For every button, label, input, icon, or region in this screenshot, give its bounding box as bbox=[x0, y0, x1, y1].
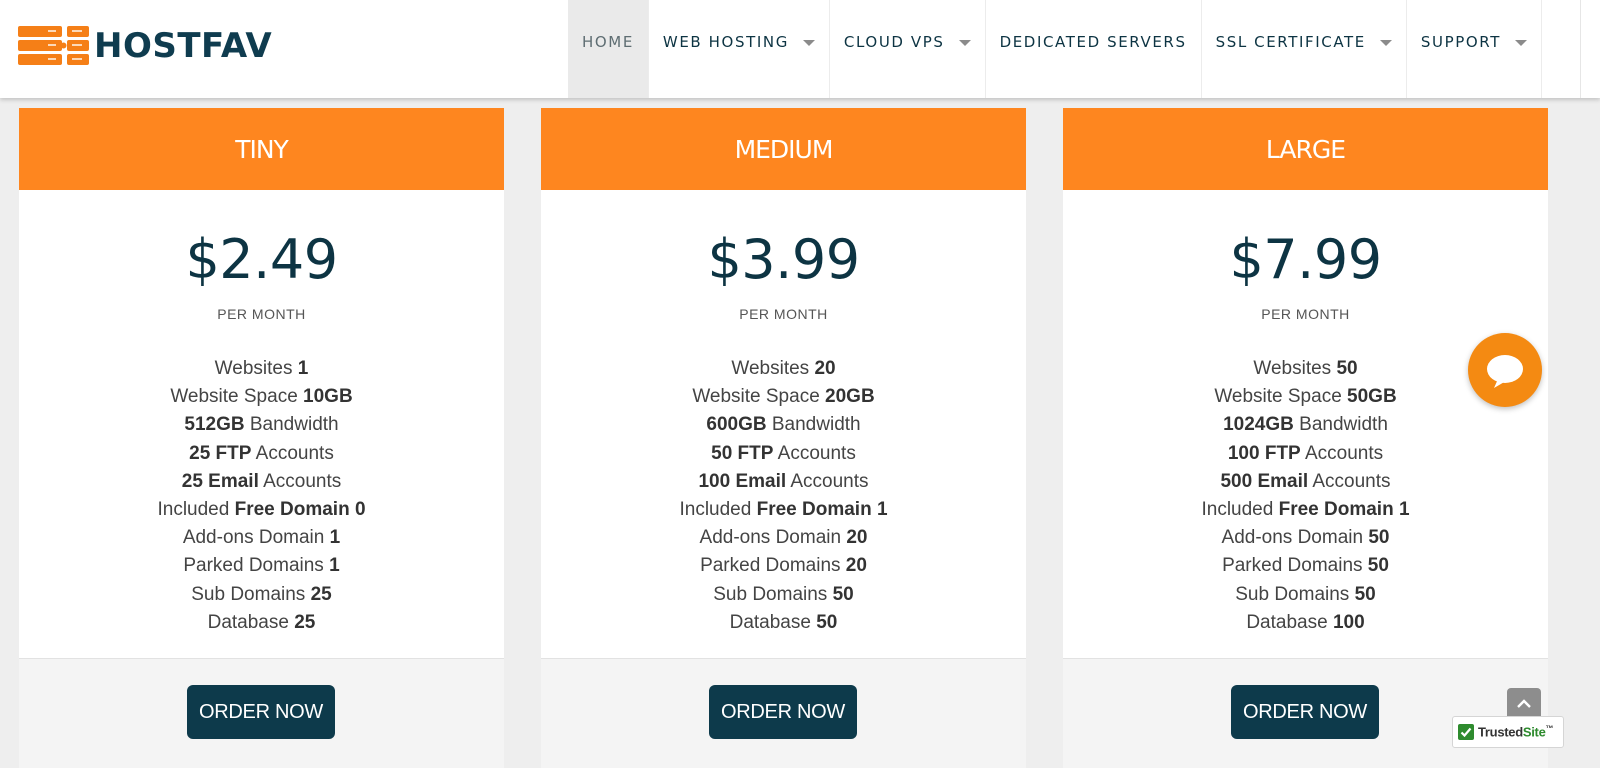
chevron-up-icon bbox=[1517, 699, 1531, 708]
plan-price: $2.49 bbox=[185, 228, 338, 291]
feature-item: Sub Domains 50 bbox=[713, 583, 854, 605]
server-stack-icon bbox=[18, 26, 89, 65]
plan-period: PER MONTH bbox=[217, 306, 306, 322]
feature-item: Add-ons Domain 1 bbox=[182, 527, 341, 549]
trusted-site-badge[interactable]: TrustedSite™ bbox=[1452, 716, 1564, 748]
order-now-button[interactable]: ORDER NOW bbox=[1231, 685, 1379, 739]
caret-down-icon bbox=[958, 40, 971, 46]
trusted-site-label: TrustedSite™ bbox=[1478, 724, 1554, 740]
nav-item-web-hosting[interactable]: WEB HOSTING bbox=[649, 0, 830, 98]
nav-item-label: HOME bbox=[582, 33, 634, 51]
feature-item: 1024GB Bandwidth bbox=[1223, 414, 1388, 436]
feature-item: 50 FTP Accounts bbox=[711, 442, 856, 464]
pricing-plans: TINY $2.49 PER MONTH Websites 1 Website … bbox=[19, 108, 1548, 768]
feature-item: Included Free Domain 0 bbox=[157, 498, 366, 520]
feature-item: 25 Email Accounts bbox=[181, 470, 342, 492]
feature-item: Websites 1 bbox=[214, 358, 309, 379]
feature-item: 512GB Bandwidth bbox=[184, 414, 339, 436]
plan-price: $3.99 bbox=[707, 228, 860, 291]
feature-item: Database 50 bbox=[729, 611, 838, 633]
plan-price: $7.99 bbox=[1229, 228, 1382, 291]
plan-title: TINY bbox=[19, 108, 504, 190]
site-header: HOSTFAV HOME WEB HOSTING CLOUD VPS DEDIC… bbox=[0, 0, 1600, 98]
nav-item-support[interactable]: SUPPORT bbox=[1407, 0, 1542, 98]
nav-item-label: SSL CERTIFICATE bbox=[1215, 33, 1366, 51]
caret-down-icon bbox=[802, 40, 815, 46]
scrollbar[interactable] bbox=[1580, 0, 1600, 98]
plan-card-medium: MEDIUM $3.99 PER MONTH Websites 20 Websi… bbox=[541, 108, 1026, 768]
feature-item: 100 Email Accounts bbox=[698, 470, 869, 492]
feature-item: Parked Domains 1 bbox=[183, 555, 340, 577]
feature-item: Database 100 bbox=[1246, 611, 1365, 633]
plan-footer: ORDER NOW bbox=[19, 658, 504, 768]
feature-item: Database 25 bbox=[207, 611, 316, 633]
feature-item: Website Space 10GB bbox=[170, 386, 353, 408]
plan-title: LARGE bbox=[1063, 108, 1548, 190]
chat-bubble-icon bbox=[1487, 355, 1523, 388]
nav-item-label: SUPPORT bbox=[1420, 33, 1501, 51]
feature-item: Add-ons Domain 50 bbox=[1221, 527, 1390, 549]
caret-down-icon bbox=[1379, 40, 1392, 46]
plan-title: MEDIUM bbox=[541, 108, 1026, 190]
nav-item-label: CLOUD VPS bbox=[843, 33, 945, 51]
nav-item-dedicated-servers[interactable]: DEDICATED SERVERS bbox=[986, 0, 1202, 98]
nav-item-cloud-vps[interactable]: CLOUD VPS bbox=[830, 0, 986, 98]
checkmark-icon bbox=[1458, 724, 1474, 740]
plan-footer: ORDER NOW bbox=[541, 658, 1026, 768]
feature-item: 500 Email Accounts bbox=[1220, 470, 1391, 492]
feature-item: Websites 20 bbox=[731, 358, 836, 379]
nav-item-label: WEB HOSTING bbox=[662, 33, 789, 51]
feature-list: Websites 1 Website Space 10GB 512GB Band… bbox=[19, 355, 504, 637]
feature-item: Add-ons Domain 20 bbox=[699, 527, 868, 549]
feature-item: 25 FTP Accounts bbox=[189, 442, 334, 464]
main-nav: HOME WEB HOSTING CLOUD VPS DEDICATED SER… bbox=[568, 0, 1542, 98]
nav-item-label: DEDICATED SERVERS bbox=[999, 33, 1187, 51]
order-now-button[interactable]: ORDER NOW bbox=[709, 685, 857, 739]
feature-item: 600GB Bandwidth bbox=[706, 414, 861, 436]
feature-item: Parked Domains 50 bbox=[1222, 555, 1389, 577]
chat-widget-button[interactable] bbox=[1468, 333, 1542, 407]
feature-item: Included Free Domain 1 bbox=[1201, 498, 1410, 520]
feature-item: Included Free Domain 1 bbox=[679, 498, 888, 520]
plan-footer: ORDER NOW bbox=[1063, 658, 1548, 768]
plan-card-large: LARGE $7.99 PER MONTH Websites 50 Websit… bbox=[1063, 108, 1548, 768]
feature-item: Sub Domains 50 bbox=[1235, 583, 1376, 605]
feature-list: Websites 20 Website Space 20GB 600GB Ban… bbox=[541, 355, 1026, 637]
logo[interactable]: HOSTFAV bbox=[18, 26, 272, 66]
feature-item: Website Space 20GB bbox=[692, 386, 875, 408]
feature-item: Sub Domains 25 bbox=[191, 583, 332, 605]
plan-card-tiny: TINY $2.49 PER MONTH Websites 1 Website … bbox=[19, 108, 504, 768]
order-now-button[interactable]: ORDER NOW bbox=[187, 685, 335, 739]
feature-item: 100 FTP Accounts bbox=[1227, 442, 1384, 464]
nav-item-ssl-certificate[interactable]: SSL CERTIFICATE bbox=[1202, 0, 1407, 98]
plan-period: PER MONTH bbox=[1261, 306, 1350, 322]
plan-period: PER MONTH bbox=[739, 306, 828, 322]
nav-item-home[interactable]: HOME bbox=[568, 0, 649, 98]
caret-down-icon bbox=[1514, 40, 1527, 46]
feature-item: Parked Domains 20 bbox=[700, 555, 867, 577]
logo-text: HOSTFAV bbox=[94, 26, 273, 66]
